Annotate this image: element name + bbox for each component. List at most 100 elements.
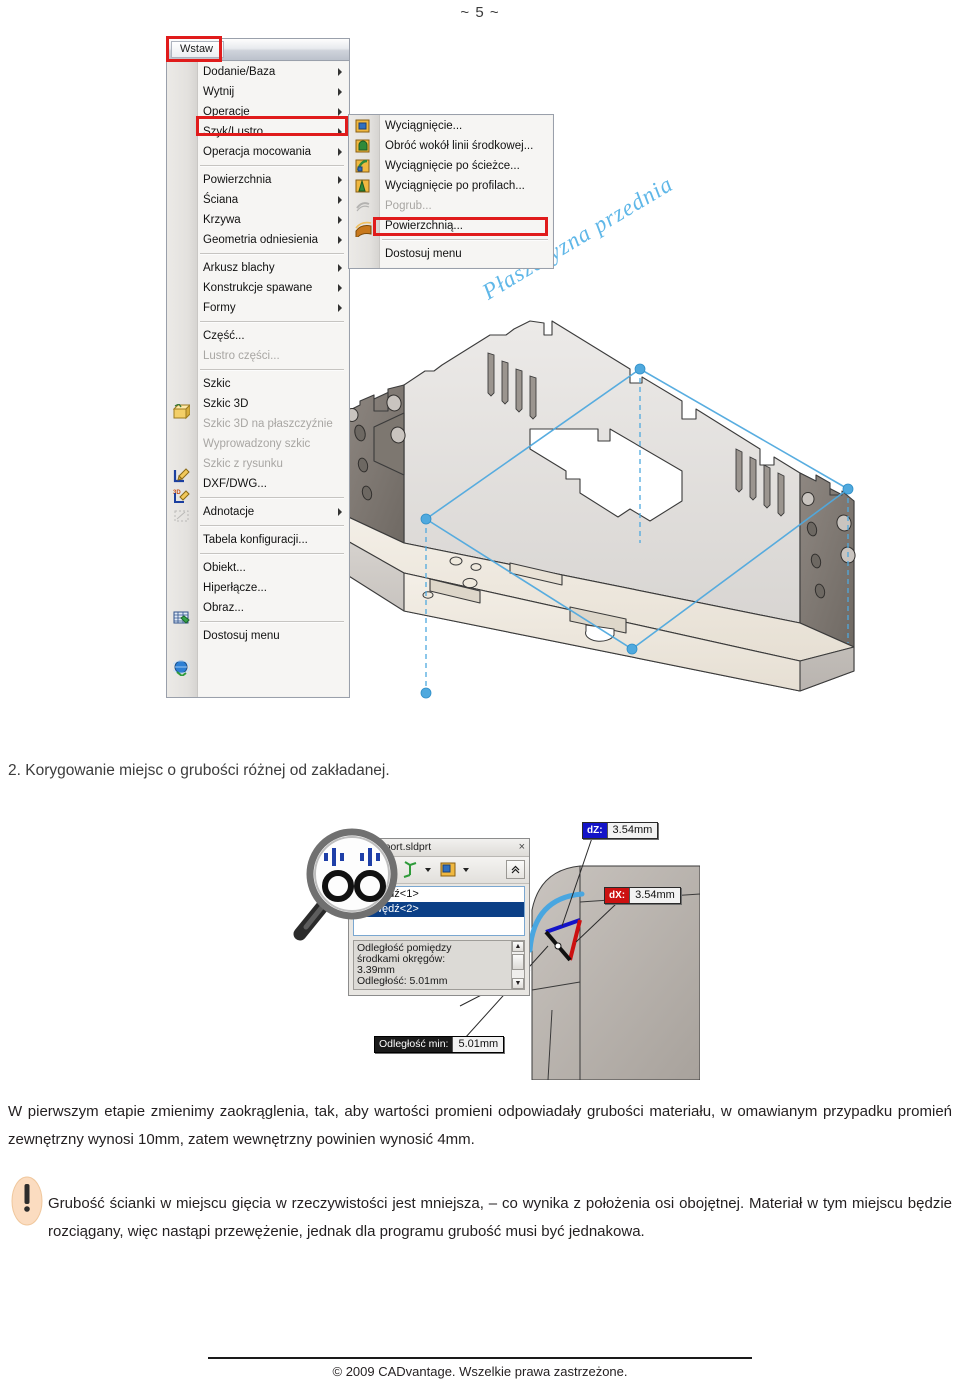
wstaw-dropdown-menu[interactable]: 3D Dodanie/Baza Wytnij Operacje Szyk/Lus… bbox=[166, 60, 350, 698]
menu-item-label: Część... bbox=[203, 330, 245, 342]
submenu-item-wyciagniecie-po-sciezce[interactable]: Wyciągnięcie po ścieżce... bbox=[380, 156, 552, 176]
menu-item-label: Hiperłącze... bbox=[203, 582, 267, 594]
menu-item-label: Wytnij bbox=[203, 86, 235, 98]
globe-icon bbox=[171, 660, 191, 678]
menu-item-lustro-czesci: Lustro części... bbox=[198, 346, 348, 366]
extrude-cut-icon bbox=[355, 118, 372, 134]
menu-item-szyk-lustro[interactable]: Szyk/Lustro bbox=[198, 122, 348, 142]
menu-item-arkusz-blachy[interactable]: Arkusz blachy bbox=[198, 258, 348, 278]
callout-dx: dX: 3.54mm bbox=[604, 887, 681, 904]
menu-item-krzywa[interactable]: Krzywa bbox=[198, 210, 348, 230]
scroll-up-icon[interactable]: ▲ bbox=[512, 941, 524, 952]
menu-item-dxf-dwg[interactable]: DXF/DWG... bbox=[198, 474, 348, 494]
revolve-cut-icon bbox=[355, 138, 372, 154]
menu-item-label: Operacje bbox=[203, 106, 250, 118]
menu-separator bbox=[200, 525, 344, 527]
wytnij-submenu[interactable]: Wyciągnięcie... Obróć wokół linii środko… bbox=[348, 114, 554, 269]
menu-item-czesc[interactable]: Część... bbox=[198, 326, 348, 346]
surface-cut-icon bbox=[355, 221, 372, 241]
scroll-thumb[interactable] bbox=[512, 954, 524, 970]
callout-dz: dZ: 3.54mm bbox=[582, 822, 659, 839]
sketch-3d-plane-icon bbox=[173, 508, 190, 524]
scroll-down-icon[interactable]: ▼ bbox=[512, 978, 524, 989]
menu-item-label: Dodanie/Baza bbox=[203, 66, 276, 78]
submenu-arrow-icon bbox=[338, 304, 342, 312]
submenu-arrow-icon bbox=[338, 264, 342, 272]
submenu-arrow-icon bbox=[338, 68, 342, 76]
menu-item-label: Pogrub... bbox=[385, 200, 432, 212]
menu-item-label: Szkic 3D na płaszczyźnie bbox=[203, 418, 333, 430]
sketch-icon bbox=[173, 468, 190, 484]
menu-separator bbox=[200, 165, 344, 167]
menu-item-label: Obróć wokół linii środkowej... bbox=[385, 140, 534, 152]
submenu-item-powierzchnia[interactable]: Powierzchnią... bbox=[380, 216, 552, 236]
page-number: ~ 5 ~ bbox=[460, 4, 500, 21]
menu-item-label: Wyciągnięcie po profilach... bbox=[385, 180, 525, 192]
submenu-item-wyciagniecie-po-profilach[interactable]: Wyciągnięcie po profilach... bbox=[380, 176, 552, 196]
table-icon bbox=[173, 610, 190, 626]
menu-item-label: Powierzchnią... bbox=[385, 220, 463, 232]
menu-item-wytnij[interactable]: Wytnij bbox=[198, 82, 348, 102]
menu-item-label: Szkic z rysunku bbox=[203, 458, 283, 470]
menu-item-label: Ściana bbox=[203, 194, 239, 206]
menu-item-konstrukcje-spawane[interactable]: Konstrukcje spawane bbox=[198, 278, 348, 298]
menu-item-obraz[interactable]: Obraz... bbox=[198, 598, 348, 618]
menubar-item-wstaw[interactable]: Wstaw bbox=[171, 41, 224, 58]
menu-separator bbox=[200, 253, 344, 255]
menu-icon-gutter: 3D bbox=[167, 61, 198, 697]
submenu-item-obroc-wokol-linii-srodkowej[interactable]: Obróć wokół linii środkowej... bbox=[380, 136, 552, 156]
callout-min-tag: Odległość min: bbox=[375, 1037, 453, 1052]
menu-item-operacja-mocowania[interactable]: Operacja mocowania bbox=[198, 142, 348, 162]
menu-item-label: Formy bbox=[203, 302, 236, 314]
coordinate-system-dropdown-icon[interactable] bbox=[425, 868, 431, 872]
results-panel: Odległość pomiędzy środkami okręgów: 3.3… bbox=[353, 940, 525, 990]
menu-separator bbox=[200, 553, 344, 555]
menu-item-sciana[interactable]: Ściana bbox=[198, 190, 348, 210]
callout-dx-tag: dX: bbox=[605, 888, 630, 903]
submenu-item-dostosuj-menu[interactable]: Dostosuj menu bbox=[380, 244, 552, 264]
submenu-item-wyciagniecie[interactable]: Wyciągnięcie... bbox=[380, 116, 552, 136]
submenu-arrow-icon bbox=[338, 216, 342, 224]
submenu-arrow-icon bbox=[338, 196, 342, 204]
menu-item-operacje[interactable]: Operacje bbox=[198, 102, 348, 122]
menu-item-obiekt[interactable]: Obiekt... bbox=[198, 558, 348, 578]
menu-item-dostosuj-menu[interactable]: Dostosuj menu bbox=[198, 626, 348, 646]
menu-item-label: Obiekt... bbox=[203, 562, 246, 574]
menu-item-label: Lustro części... bbox=[203, 350, 280, 362]
menu-item-tabela-konfiguracji[interactable]: Tabela konfiguracji... bbox=[198, 530, 348, 550]
sweep-cut-icon bbox=[355, 158, 372, 174]
menu-item-geometria-odniesienia[interactable]: Geometria odniesienia bbox=[198, 230, 348, 250]
menu-item-dodanie-baza[interactable]: Dodanie/Baza bbox=[198, 62, 348, 82]
menu-item-label: Krzywa bbox=[203, 214, 241, 226]
collapse-button[interactable] bbox=[506, 860, 525, 879]
menu-separator bbox=[382, 239, 548, 241]
menu-item-szkic-z-rysunku: Szkic z rysunku bbox=[198, 454, 348, 474]
menu-item-label: Arkusz blachy bbox=[203, 262, 275, 274]
menu-item-hiperlacze[interactable]: Hiperłącze... bbox=[198, 578, 348, 598]
menu-item-wyprowadzony-szkic: Wyprowadzony szkic bbox=[198, 434, 348, 454]
projection-icon[interactable] bbox=[439, 861, 458, 879]
menu-item-label: Szkic bbox=[203, 378, 231, 390]
results-scrollbar[interactable]: ▲ ▼ bbox=[511, 941, 524, 989]
loft-cut-icon bbox=[355, 178, 372, 194]
menu-item-label: Wyciągnięcie po ścieżce... bbox=[385, 160, 520, 172]
callout-dz-tag: dZ: bbox=[583, 823, 607, 838]
close-icon[interactable]: × bbox=[519, 840, 525, 855]
paragraph-one: W pierwszym etapie zmienimy zaokrąglenia… bbox=[8, 1103, 952, 1148]
menu-item-szkic-3d-na-plaszczyznie: Szkic 3D na płaszczyźnie bbox=[198, 414, 348, 434]
callout-dz-value: 3.54mm bbox=[606, 823, 658, 838]
submenu-arrow-icon bbox=[338, 508, 342, 516]
menu-item-szkic[interactable]: Szkic bbox=[198, 374, 348, 394]
result-line-4: Odległość: 5.01mm bbox=[357, 975, 448, 987]
submenu-arrow-icon bbox=[338, 176, 342, 184]
submenu-item-pogrub: Pogrub... bbox=[380, 196, 552, 216]
menubar: Wstaw bbox=[166, 38, 350, 60]
menu-item-adnotacje[interactable]: Adnotacje bbox=[198, 502, 348, 522]
projection-dropdown-icon[interactable] bbox=[463, 868, 469, 872]
menu-item-szkic-3d[interactable]: Szkic 3D bbox=[198, 394, 348, 414]
submenu-arrow-icon bbox=[338, 148, 342, 156]
menu-item-label: Konstrukcje spawane bbox=[203, 282, 313, 294]
sketch-3d-icon: 3D bbox=[173, 488, 190, 504]
menu-item-powierzchnia[interactable]: Powierzchnia bbox=[198, 170, 348, 190]
menu-item-formy[interactable]: Formy bbox=[198, 298, 348, 318]
